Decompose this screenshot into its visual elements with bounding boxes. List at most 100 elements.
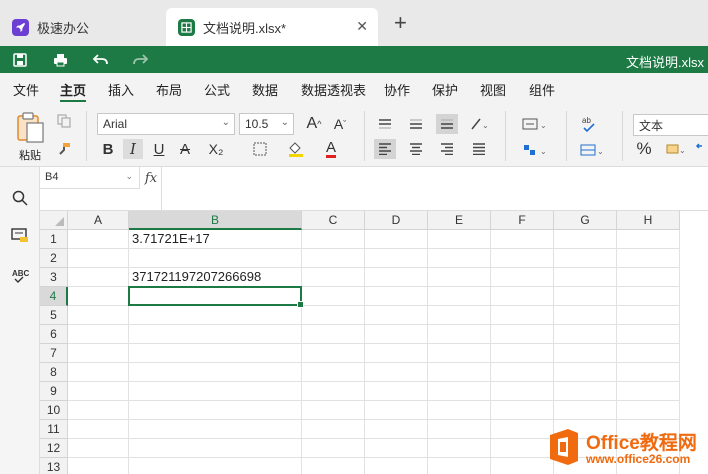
percent-button[interactable]: % — [634, 139, 654, 159]
cell-b10[interactable] — [129, 401, 302, 420]
cell-b9[interactable] — [129, 382, 302, 401]
row-header-2[interactable]: 2 — [40, 249, 68, 268]
spell-check-icon[interactable]: ab — [579, 113, 599, 135]
strikethrough-button[interactable]: A — [175, 139, 195, 159]
cell-d2[interactable] — [365, 249, 428, 268]
cell-e7[interactable] — [428, 344, 491, 363]
cell-f6[interactable] — [491, 325, 554, 344]
cell-g1[interactable] — [554, 230, 617, 249]
cell-f1[interactable] — [491, 230, 554, 249]
row-header-13[interactable]: 13 — [40, 458, 68, 474]
cell-g5[interactable] — [554, 306, 617, 325]
cell-a6[interactable] — [68, 325, 129, 344]
bold-button[interactable]: B — [98, 139, 118, 159]
cell-d3[interactable] — [365, 268, 428, 287]
cell-h5[interactable] — [617, 306, 680, 325]
cell-c2[interactable] — [302, 249, 365, 268]
select-all-corner[interactable] — [40, 211, 68, 230]
align-middle-icon[interactable] — [406, 115, 426, 133]
cell-b12[interactable] — [129, 439, 302, 458]
menu-file[interactable]: 文件 — [13, 80, 39, 99]
cell-a3[interactable] — [68, 268, 129, 287]
merge-cells-icon[interactable]: ⌄ — [520, 140, 552, 160]
font-name-select[interactable]: Arial ⌄ — [97, 113, 235, 135]
cell-h7[interactable] — [617, 344, 680, 363]
comment-icon[interactable] — [11, 227, 29, 245]
decimal-icon[interactable] — [693, 140, 708, 158]
cell-d5[interactable] — [365, 306, 428, 325]
cell-c1[interactable] — [302, 230, 365, 249]
column-header-e[interactable]: E — [428, 211, 491, 230]
menu-collaborate[interactable]: 协作 — [384, 80, 410, 99]
menu-pivot-table[interactable]: 数据透视表 — [301, 80, 366, 99]
paste-icon[interactable] — [14, 111, 46, 145]
cell-a7[interactable] — [68, 344, 129, 363]
align-left-icon[interactable] — [374, 139, 396, 159]
row-header-10[interactable]: 10 — [40, 401, 68, 420]
cell-c5[interactable] — [302, 306, 365, 325]
cell-b13[interactable] — [129, 458, 302, 474]
tab-home[interactable]: 极速办公 — [0, 8, 162, 46]
cell-c11[interactable] — [302, 420, 365, 439]
menu-formula[interactable]: 公式 — [204, 80, 230, 99]
cell-g3[interactable] — [554, 268, 617, 287]
cell-a8[interactable] — [68, 363, 129, 382]
row-header-6[interactable]: 6 — [40, 325, 68, 344]
decrease-font-icon[interactable]: Aˇ — [329, 113, 351, 135]
undo-icon[interactable] — [91, 51, 109, 69]
cell-a5[interactable] — [68, 306, 129, 325]
cell-d10[interactable] — [365, 401, 428, 420]
cell-a9[interactable] — [68, 382, 129, 401]
row-header-8[interactable]: 8 — [40, 363, 68, 382]
number-format-select[interactable]: 文本 — [633, 114, 708, 136]
cell-a2[interactable] — [68, 249, 129, 268]
column-header-a[interactable]: A — [68, 211, 129, 230]
cell-d4[interactable] — [365, 287, 428, 306]
cell-d12[interactable] — [365, 439, 428, 458]
cell-d8[interactable] — [365, 363, 428, 382]
cell-d11[interactable] — [365, 420, 428, 439]
cell-d6[interactable] — [365, 325, 428, 344]
cell-d1[interactable] — [365, 230, 428, 249]
text-orientation-icon[interactable]: ⌄ — [467, 114, 497, 134]
cell-h1[interactable] — [617, 230, 680, 249]
cell-b2[interactable] — [129, 249, 302, 268]
menu-insert[interactable]: 插入 — [108, 80, 134, 99]
cell-a12[interactable] — [68, 439, 129, 458]
row-header-5[interactable]: 5 — [40, 306, 68, 325]
cell-b3[interactable]: 371721197207266698 — [129, 268, 302, 287]
cell-c7[interactable] — [302, 344, 365, 363]
cell-g7[interactable] — [554, 344, 617, 363]
menu-layout[interactable]: 布局 — [156, 80, 182, 99]
align-right-icon[interactable] — [437, 140, 457, 158]
cell-c9[interactable] — [302, 382, 365, 401]
cell-e9[interactable] — [428, 382, 491, 401]
cell-b6[interactable] — [129, 325, 302, 344]
cell-g2[interactable] — [554, 249, 617, 268]
row-header-4[interactable]: 4 — [40, 287, 68, 306]
cell-a11[interactable] — [68, 420, 129, 439]
cell-f7[interactable] — [491, 344, 554, 363]
cell-c13[interactable] — [302, 458, 365, 474]
cell-h8[interactable] — [617, 363, 680, 382]
cell-f4[interactable] — [491, 287, 554, 306]
row-header-3[interactable]: 3 — [40, 268, 68, 287]
cell-a4[interactable] — [68, 287, 129, 306]
font-color-icon[interactable]: A — [318, 139, 344, 159]
cell-f2[interactable] — [491, 249, 554, 268]
menu-home[interactable]: 主页 — [60, 80, 86, 99]
cell-e12[interactable] — [428, 439, 491, 458]
italic-button[interactable]: I — [123, 139, 143, 159]
column-header-g[interactable]: G — [554, 211, 617, 230]
column-header-b[interactable]: B — [129, 211, 302, 230]
cell-e11[interactable] — [428, 420, 491, 439]
cell-d13[interactable] — [365, 458, 428, 474]
cell-f3[interactable] — [491, 268, 554, 287]
cell-e4[interactable] — [428, 287, 491, 306]
cell-h3[interactable] — [617, 268, 680, 287]
cell-h10[interactable] — [617, 401, 680, 420]
save-icon[interactable] — [11, 51, 29, 69]
cell-e2[interactable] — [428, 249, 491, 268]
cell-e6[interactable] — [428, 325, 491, 344]
font-size-select[interactable]: 10.5 ⌄ — [239, 113, 294, 135]
